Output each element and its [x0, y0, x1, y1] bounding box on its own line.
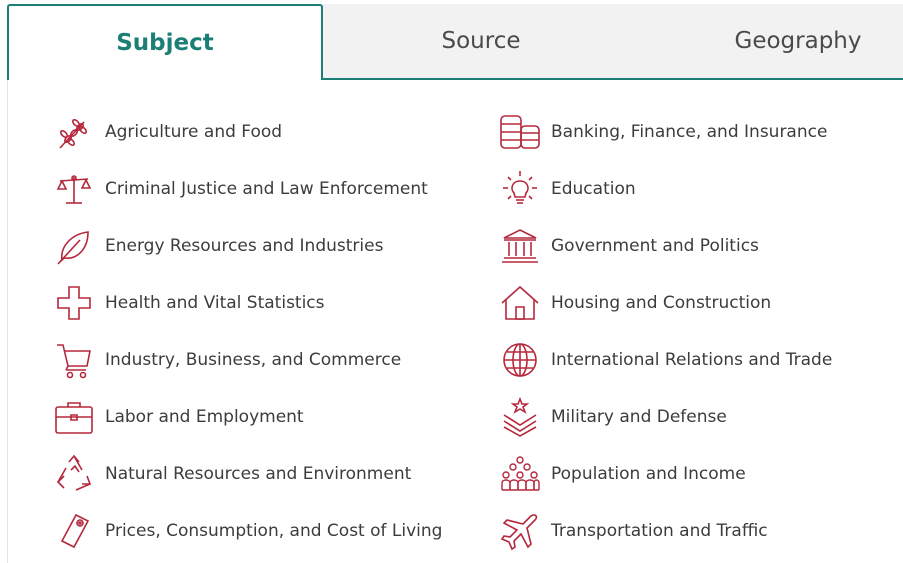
subject-label: Banking, Finance, and Insurance: [551, 122, 828, 142]
subject-label: Military and Defense: [551, 407, 727, 427]
subject-energy-resources[interactable]: Energy Resources and Industries: [51, 224, 383, 268]
subject-label: Health and Vital Statistics: [105, 293, 325, 313]
subject-agriculture-and-food[interactable]: Agriculture and Food: [51, 110, 282, 154]
subject-banking-finance[interactable]: Banking, Finance, and Insurance: [497, 110, 827, 154]
panel-edge: [7, 80, 8, 563]
briefcase-icon: [51, 395, 97, 439]
price-tag-icon: [51, 509, 97, 553]
government-building-icon: [497, 224, 543, 268]
globe-icon: [497, 338, 543, 382]
subject-housing-construction[interactable]: Housing and Construction: [497, 281, 771, 325]
house-icon: [497, 281, 543, 325]
tab-subject[interactable]: Subject: [7, 4, 323, 80]
subject-transportation-traffic[interactable]: Transportation and Traffic: [497, 509, 768, 553]
subject-population-income[interactable]: Population and Income: [497, 452, 746, 496]
airplane-icon: [497, 509, 543, 553]
tab-geography[interactable]: Geography: [639, 4, 903, 78]
subject-industry-business-commerce[interactable]: Industry, Business, and Commerce: [51, 338, 401, 382]
leaf-icon: [51, 224, 97, 268]
subject-label: Housing and Construction: [551, 293, 772, 313]
subject-prices-consumption[interactable]: Prices, Consumption, and Cost of Living: [51, 509, 442, 553]
subject-label: Natural Resources and Environment: [105, 464, 412, 484]
subject-international-relations[interactable]: International Relations and Trade: [497, 338, 832, 382]
subject-labor-and-employment[interactable]: Labor and Employment: [51, 395, 304, 439]
scales-icon: [51, 167, 97, 211]
subject-natural-resources[interactable]: Natural Resources and Environment: [51, 452, 411, 496]
people-group-icon: [497, 452, 543, 496]
subject-health-and-vital-statistics[interactable]: Health and Vital Statistics: [51, 281, 325, 325]
shopping-cart-icon: [51, 338, 97, 382]
subject-label: Energy Resources and Industries: [105, 236, 384, 256]
tab-source[interactable]: Source: [323, 4, 639, 78]
subject-education[interactable]: Education: [497, 167, 636, 211]
subject-label: International Relations and Trade: [551, 350, 833, 370]
wheat-icon: [51, 110, 97, 154]
lightbulb-icon: [497, 167, 543, 211]
subject-label: Population and Income: [551, 464, 746, 484]
subject-label: Prices, Consumption, and Cost of Living: [105, 521, 443, 541]
subject-label: Education: [551, 179, 636, 199]
subject-label: Agriculture and Food: [105, 122, 283, 142]
medical-cross-icon: [51, 281, 97, 325]
subject-label: Transportation and Traffic: [551, 521, 768, 541]
subject-criminal-justice[interactable]: Criminal Justice and Law Enforcement: [51, 167, 428, 211]
subject-government-politics[interactable]: Government and Politics: [497, 224, 759, 268]
subject-label: Industry, Business, and Commerce: [105, 350, 402, 370]
subject-label: Labor and Employment: [105, 407, 304, 427]
recycle-icon: [51, 452, 97, 496]
military-chevron-icon: [497, 395, 543, 439]
coin-stacks-icon: [497, 110, 543, 154]
subject-label: Government and Politics: [551, 236, 759, 256]
subject-military-defense[interactable]: Military and Defense: [497, 395, 727, 439]
subject-label: Criminal Justice and Law Enforcement: [105, 179, 428, 199]
